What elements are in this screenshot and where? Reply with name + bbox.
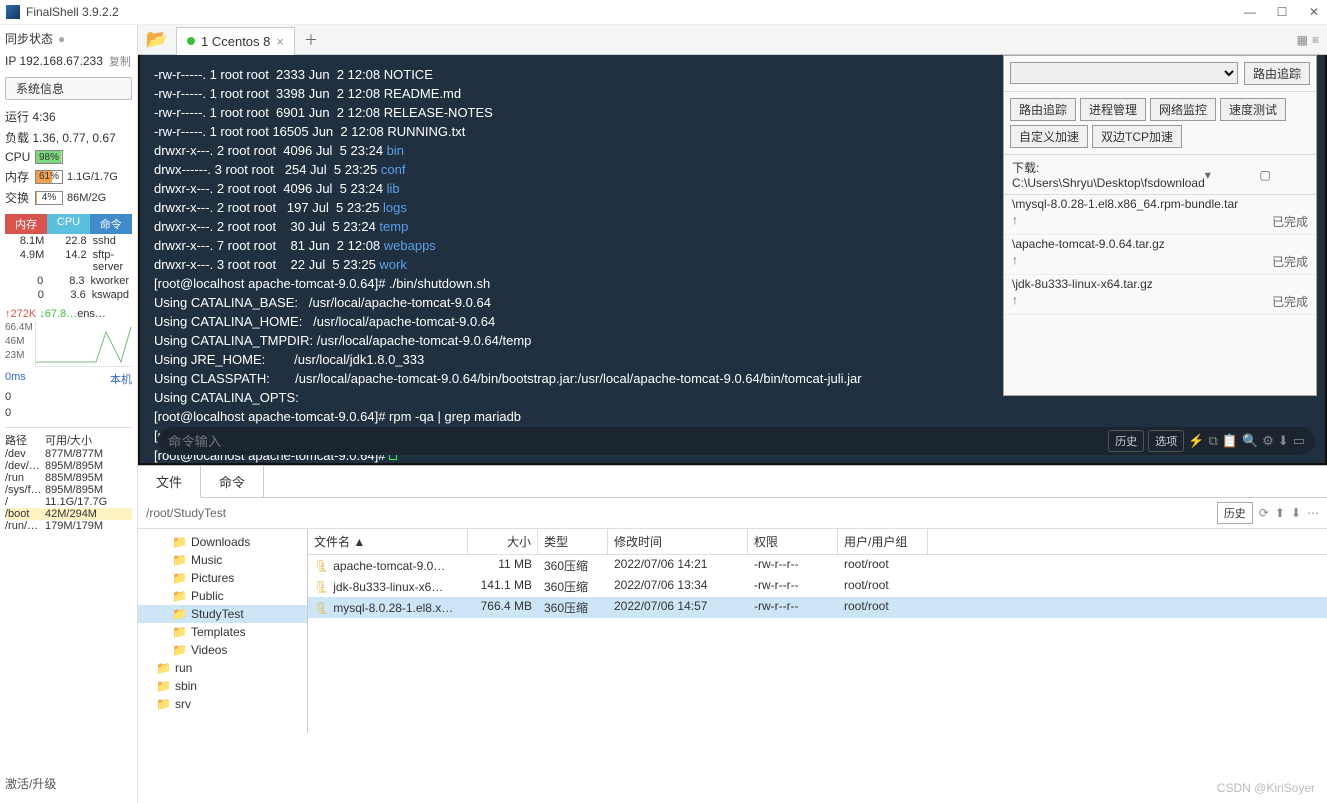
app-logo-icon bbox=[6, 5, 20, 19]
tree-node[interactable]: 📁Templates bbox=[138, 623, 307, 641]
close-tab-icon[interactable]: × bbox=[276, 34, 284, 49]
ms-row: 0ms本机 bbox=[5, 371, 132, 387]
dl-collapse-icon[interactable]: ▾ bbox=[1205, 168, 1254, 182]
paste-icon[interactable]: 📋 bbox=[1222, 433, 1238, 449]
main: 同步状态● IP 192.168.67.233复制 系统信息 运行 4:36 负… bbox=[0, 25, 1327, 803]
tool-tab[interactable]: 进程管理 bbox=[1080, 98, 1146, 121]
tab-file[interactable]: 文件 bbox=[138, 466, 201, 498]
copy-icon[interactable]: ⧉ bbox=[1208, 433, 1217, 449]
new-tab-button[interactable]: ＋ bbox=[299, 30, 323, 50]
titlebar: FinalShell 3.9.2.2 — ☐ ✕ bbox=[0, 0, 1327, 25]
maximize-button[interactable]: ☐ bbox=[1275, 5, 1289, 19]
net-graph: 66.4M 46M 23M bbox=[5, 322, 132, 367]
download-item: \jdk-8u333-linux-x64.tar.gz↑已完成 bbox=[1004, 275, 1316, 315]
file-list-header[interactable]: 文件名 ▲ 大小 类型 修改时间 权限 用户/用户组 bbox=[308, 529, 1327, 555]
tool-tab[interactable]: 路由追踪 bbox=[1010, 98, 1076, 121]
refresh-icon[interactable]: ⟳ bbox=[1259, 506, 1269, 520]
file-row[interactable]: 🗜jdk-8u333-linux-x6…141.1 MB360压缩2022/07… bbox=[308, 576, 1327, 597]
tree-node[interactable]: 📁Downloads bbox=[138, 533, 307, 551]
file-tabs: 文件 命令 bbox=[138, 466, 1327, 498]
tree-node[interactable]: 📁Videos bbox=[138, 641, 307, 659]
file-history-button[interactable]: 历史 bbox=[1217, 502, 1253, 524]
disk-header: 路径可用/大小 bbox=[5, 427, 132, 448]
tree-node[interactable]: 📁sbin bbox=[138, 677, 307, 695]
bolt-icon[interactable]: ⚡ bbox=[1188, 433, 1204, 449]
more-icon[interactable]: ⋯ bbox=[1307, 506, 1319, 520]
file-list: 文件名 ▲ 大小 类型 修改时间 权限 用户/用户组 🗜apache-tomca… bbox=[308, 529, 1327, 733]
disk-row: /run885M/895M bbox=[5, 472, 132, 484]
proc-row: 03.6kswapd bbox=[5, 288, 132, 302]
file-row[interactable]: 🗜apache-tomcat-9.0…11 MB360压缩2022/07/06 … bbox=[308, 555, 1327, 576]
tool-tab[interactable]: 双边TCP加速 bbox=[1092, 125, 1182, 148]
swap-row: 交换4%86M/2G bbox=[5, 189, 132, 206]
activate-upgrade-button[interactable]: 激活/升级 bbox=[5, 769, 132, 798]
dl-folder-icon[interactable]: ▢ bbox=[1259, 168, 1308, 182]
net-stats: ↑272K ↓67.8…ens… bbox=[5, 308, 132, 320]
open-folder-icon[interactable]: 📂 bbox=[142, 27, 172, 53]
traceroute-button[interactable]: 路由追踪 bbox=[1244, 62, 1310, 85]
load: 负载 1.36, 0.77, 0.67 bbox=[5, 129, 132, 146]
file-path-row: /root/StudyTest 历史 ⟳ ⬆ ⬇ ⋯ bbox=[138, 498, 1327, 529]
tree-node[interactable]: 📁run bbox=[138, 659, 307, 677]
tree-node[interactable]: 📁Pictures bbox=[138, 569, 307, 587]
tools-panel: 路由追踪 路由追踪进程管理网络监控速度测试自定义加速双边TCP加速 下载: C:… bbox=[1003, 55, 1317, 396]
gear-icon[interactable]: ⚙ bbox=[1262, 433, 1274, 449]
right-pane: 📂 1 Ccentos 8 × ＋ ▦ ≡ -rw-r-----. 1 root… bbox=[138, 25, 1327, 803]
window-controls: — ☐ ✕ bbox=[1243, 5, 1321, 19]
history-button[interactable]: 历史 bbox=[1108, 430, 1144, 452]
search-icon[interactable]: 🔍 bbox=[1242, 433, 1258, 449]
list-view-icon[interactable]: ≡ bbox=[1312, 33, 1319, 47]
file-row[interactable]: 🗜mysql-8.0.28-1.el8.x…766.4 MB360压缩2022/… bbox=[308, 597, 1327, 618]
tab-command[interactable]: 命令 bbox=[201, 466, 264, 497]
tree-node[interactable]: 📁Public bbox=[138, 587, 307, 605]
directory-tree[interactable]: 📁Downloads📁Music📁Pictures📁Public📁StudyTe… bbox=[138, 529, 308, 733]
upload-icon[interactable]: ⬆ bbox=[1275, 506, 1285, 520]
proc-row: 08.3kworker bbox=[5, 274, 132, 288]
watermark: CSDN @KiriSoyer bbox=[1217, 781, 1315, 795]
disk-row: /sys/f…895M/895M bbox=[5, 484, 132, 496]
tree-node[interactable]: 📁StudyTest bbox=[138, 605, 307, 623]
tree-node[interactable]: 📁srv bbox=[138, 695, 307, 713]
close-button[interactable]: ✕ bbox=[1307, 5, 1321, 19]
session-tab[interactable]: 1 Ccentos 8 × bbox=[176, 27, 295, 55]
proc-row: 4.9M14.2sftp-server bbox=[5, 248, 132, 274]
disk-row: /11.1G/17.7G bbox=[5, 496, 132, 508]
command-input[interactable] bbox=[168, 434, 1108, 449]
download-path-label: 下载: C:\Users\Shryu\Desktop\fsdownload bbox=[1012, 159, 1205, 190]
file-path[interactable]: /root/StudyTest bbox=[146, 506, 1217, 520]
sidebar: 同步状态● IP 192.168.67.233复制 系统信息 运行 4:36 负… bbox=[0, 25, 138, 803]
status-dot-icon bbox=[187, 37, 195, 45]
download-item: \mysql-8.0.28-1.el8.x86_64.rpm-bundle.ta… bbox=[1004, 195, 1316, 235]
minimize-button[interactable]: — bbox=[1243, 5, 1257, 19]
tool-tab[interactable]: 网络监控 bbox=[1150, 98, 1216, 121]
sync-status: 同步状态● bbox=[5, 30, 132, 47]
app-title: FinalShell 3.9.2.2 bbox=[26, 5, 1243, 19]
tool-tab[interactable]: 速度测试 bbox=[1220, 98, 1286, 121]
command-input-bar: 历史 选项 ⚡ ⧉ 📋 🔍 ⚙ ⬇ ▭ bbox=[158, 427, 1315, 455]
download-file-icon[interactable]: ⬇ bbox=[1291, 506, 1301, 520]
tree-node[interactable]: 📁Music bbox=[138, 551, 307, 569]
disk-row: /boot42M/294M bbox=[5, 508, 132, 520]
disk-row: /dev877M/877M bbox=[5, 448, 132, 460]
copy-ip-button[interactable]: 复制 bbox=[109, 53, 131, 69]
grid-view-icon[interactable]: ▦ bbox=[1297, 33, 1308, 47]
uptime: 运行 4:36 bbox=[5, 108, 132, 125]
ip-line: IP 192.168.67.233复制 bbox=[5, 53, 132, 69]
proc-row: 8.1M22.8sshd bbox=[5, 234, 132, 248]
mem-row: 内存61%1.1G/1.7G bbox=[5, 168, 132, 185]
trace-target-select[interactable] bbox=[1010, 62, 1238, 84]
file-section: 文件 命令 /root/StudyTest 历史 ⟳ ⬆ ⬇ ⋯ 📁Downlo… bbox=[138, 465, 1327, 733]
system-info-button[interactable]: 系统信息 bbox=[5, 77, 132, 100]
tabbar: 📂 1 Ccentos 8 × ＋ ▦ ≡ bbox=[138, 25, 1327, 55]
disk-row: /dev/…895M/895M bbox=[5, 460, 132, 472]
cpu-row: CPU98% bbox=[5, 150, 132, 164]
download-item: \apache-tomcat-9.0.64.tar.gz↑已完成 bbox=[1004, 235, 1316, 275]
options-button[interactable]: 选项 bbox=[1148, 430, 1184, 452]
disk-row: /run/…179M/179M bbox=[5, 520, 132, 532]
fullscreen-icon[interactable]: ▭ bbox=[1293, 433, 1305, 449]
download-icon[interactable]: ⬇ bbox=[1278, 433, 1289, 449]
tool-tab[interactable]: 自定义加速 bbox=[1010, 125, 1088, 148]
proc-header: 内存CPU命令 bbox=[5, 214, 132, 234]
